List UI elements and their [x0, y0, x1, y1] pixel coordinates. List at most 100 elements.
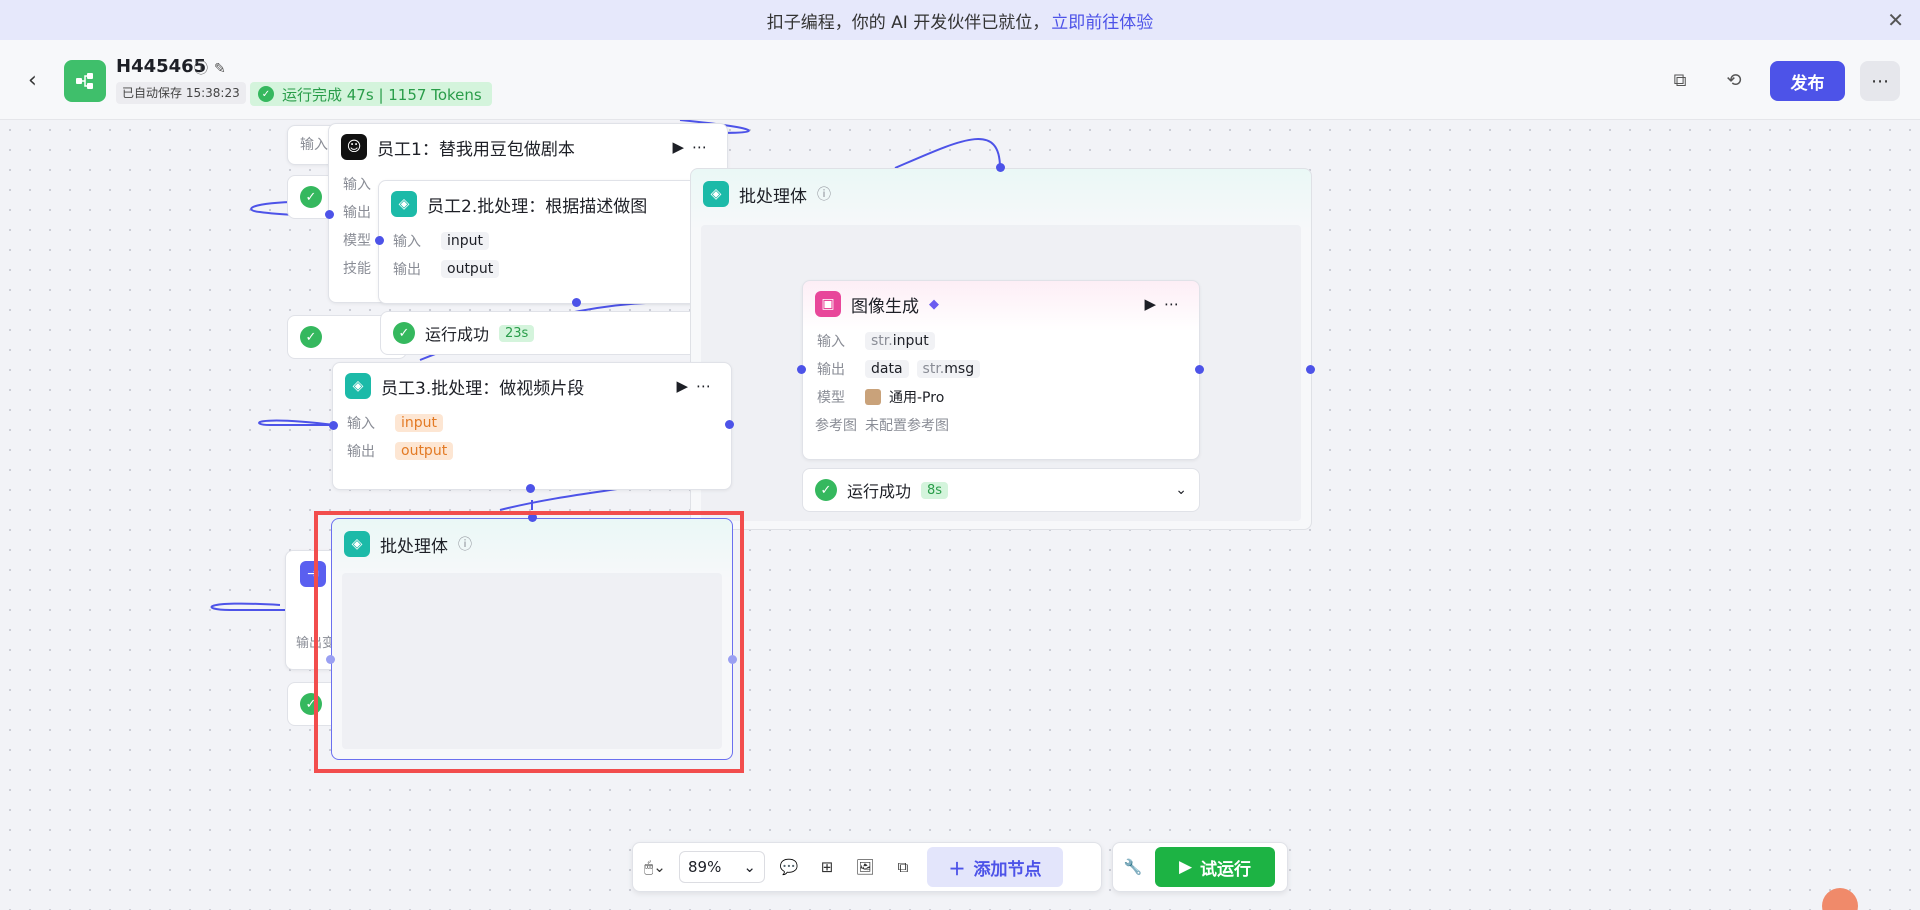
layout-icon[interactable]: ⊞ [813, 853, 841, 881]
node-title: 批处理体 [739, 186, 807, 207]
node-title: 员工1：替我用豆包做剧本 [377, 139, 575, 160]
type-label: str. [922, 361, 945, 377]
run-icon[interactable]: ▶ [1144, 295, 1164, 313]
employee2-node[interactable]: ◈ 员工2.批处理：根据描述做图 输入 input 输出 output [378, 180, 698, 304]
play-icon: ▶ [1178, 857, 1193, 877]
banner-link[interactable]: 立即前往体验 [1051, 8, 1153, 33]
image-icon: ▣ [815, 291, 841, 317]
node-title: 员工3.批处理：做视频片段 [381, 378, 585, 399]
input-port[interactable] [375, 236, 384, 245]
plus-icon: ＋ [948, 859, 966, 880]
autosave-label: 已自动保存 15:38:23 [116, 82, 246, 104]
duration-badge: 23s [499, 324, 535, 342]
input-port[interactable] [329, 421, 338, 430]
row-label: 输出 [343, 205, 371, 221]
edit-icon[interactable]: ✎ [214, 61, 232, 77]
row-label: 输出 [347, 444, 375, 460]
input-port[interactable] [325, 210, 334, 219]
output-tag: output [395, 442, 454, 460]
batch-icon: ◈ [345, 373, 371, 399]
row-label: 输入 [393, 234, 421, 250]
row-label: 参考图 [815, 418, 857, 434]
canvas-toolbar: 🖱⌄ 89% ⌄ 💬 ⊞ 🖼 ⧉ ＋ 添加节点 [632, 842, 1102, 892]
port[interactable] [996, 163, 1005, 172]
info-icon[interactable]: ⓘ [817, 184, 831, 204]
run-status-text: 运行完成 47s | 1157 Tokens [282, 85, 482, 104]
image-generation-status[interactable]: ✓ 运行成功 8s ⌄ [802, 468, 1200, 512]
output-port[interactable] [725, 420, 734, 429]
workflow-title: H445465 [116, 56, 207, 77]
publish-button[interactable]: 发布 [1770, 61, 1845, 101]
run-toolbar: 🔧 ▶ 试运行 [1112, 842, 1288, 892]
mouse-mode-icon[interactable]: 🖱⌄ [641, 853, 669, 881]
node-title: 图像生成 [851, 296, 919, 317]
output-port[interactable] [1195, 365, 1204, 374]
row-label: 输入 [347, 416, 375, 432]
more-icon[interactable]: ⋯ [1860, 61, 1900, 101]
output-port[interactable] [1306, 365, 1315, 374]
bot-icon: ☺ [341, 134, 367, 160]
try-run-label: 试运行 [1200, 859, 1252, 880]
banner-text: 扣子编程，你的 AI 开发伙伴已就位， [766, 12, 1050, 33]
output-tag-msg: str.msg [916, 360, 981, 378]
batch-icon: ◈ [703, 181, 729, 207]
wrench-icon[interactable]: 🔧 [1119, 853, 1147, 881]
check-icon: ✓ [815, 479, 837, 501]
employee3-node[interactable]: ◈ 员工3.批处理：做视频片段 ▶⋯ 输入 input 输出 output [332, 362, 732, 490]
output-name: msg [944, 361, 975, 377]
workflow-canvas[interactable]: 输入 ✓ ✓ ⇥ 输出变 ✓ ☺ 员工1：替我用豆包做剧本 ▶⋯ 输入 输出 模… [0, 120, 1920, 910]
input-tag: input [441, 232, 490, 250]
zoom-value: 89% [688, 858, 722, 876]
image-icon[interactable]: 🖼 [851, 853, 879, 881]
run-icon[interactable]: ▶ [676, 377, 696, 395]
node-title: 员工2.批处理：根据描述做图 [427, 196, 648, 217]
row-label: 输入 [343, 177, 371, 193]
try-run-button[interactable]: ▶ 试运行 [1155, 847, 1275, 887]
row-label: 输入 [817, 334, 845, 350]
image-generation-node[interactable]: ▣ 图像生成 ◆ ▶⋯ 输入 str.input 输出 data str.msg 模型… [802, 280, 1200, 460]
promo-banner: 扣子编程，你的 AI 开发伙伴已就位， 立即前往体验 ✕ [0, 0, 1920, 40]
check-icon: ✓ [300, 186, 322, 208]
row-label: 技能 [343, 261, 371, 277]
output-port[interactable] [526, 484, 535, 493]
type-label: str. [871, 333, 893, 349]
more-icon[interactable]: ⋯ [1164, 295, 1187, 313]
row-label: 模型 [817, 390, 845, 406]
copy-icon[interactable]: ⧉ [1660, 60, 1700, 100]
app-header: ‹ H445465 ⓘ✎ 已自动保存 15:38:23 ✓ 运行完成 47s |… [0, 40, 1920, 120]
premium-icon: ◆ [929, 296, 939, 312]
model-name: 通用-Pro [889, 390, 945, 406]
duration-badge: 8s [921, 481, 949, 499]
run-status-badge: ✓ 运行完成 47s | 1157 Tokens [250, 82, 492, 106]
input-tag: input [395, 414, 444, 432]
model-avatar-icon [865, 389, 881, 405]
minimap-icon[interactable]: ⧉ [889, 853, 917, 881]
selection-highlight [314, 511, 744, 773]
output-tag: output [441, 260, 500, 278]
add-node-button[interactable]: ＋ 添加节点 [927, 847, 1063, 887]
ref-value: 未配置参考图 [865, 418, 949, 434]
output-port[interactable] [572, 298, 581, 307]
chevron-down-icon: ⌄ [743, 858, 756, 876]
more-icon[interactable]: ⋯ [696, 377, 719, 395]
workflow-logo-icon [64, 60, 106, 102]
run-icon[interactable]: ▶ [672, 138, 692, 156]
check-icon: ✓ [300, 326, 322, 348]
history-icon[interactable]: ⟲ [1714, 60, 1754, 100]
check-icon: ✓ [393, 322, 415, 344]
check-icon: ✓ [258, 86, 274, 102]
chevron-down-icon[interactable]: ⌄ [1175, 482, 1187, 498]
zoom-select[interactable]: 89% ⌄ [679, 851, 765, 883]
more-icon[interactable]: ⋯ [692, 138, 715, 156]
close-icon[interactable]: ✕ [1887, 8, 1904, 32]
employee2-status[interactable]: ✓ 运行成功 23s [380, 311, 700, 355]
input-name: input [892, 333, 929, 349]
batch-icon: ◈ [391, 191, 417, 217]
row-label: 输出 [817, 362, 845, 378]
output-tag-data: data [865, 360, 909, 378]
info-icon[interactable]: ⓘ [194, 61, 214, 77]
back-icon[interactable]: ‹ [28, 68, 37, 93]
input-tag: str.input [865, 332, 935, 350]
input-port[interactable] [797, 365, 806, 374]
comment-icon[interactable]: 💬 [775, 853, 803, 881]
